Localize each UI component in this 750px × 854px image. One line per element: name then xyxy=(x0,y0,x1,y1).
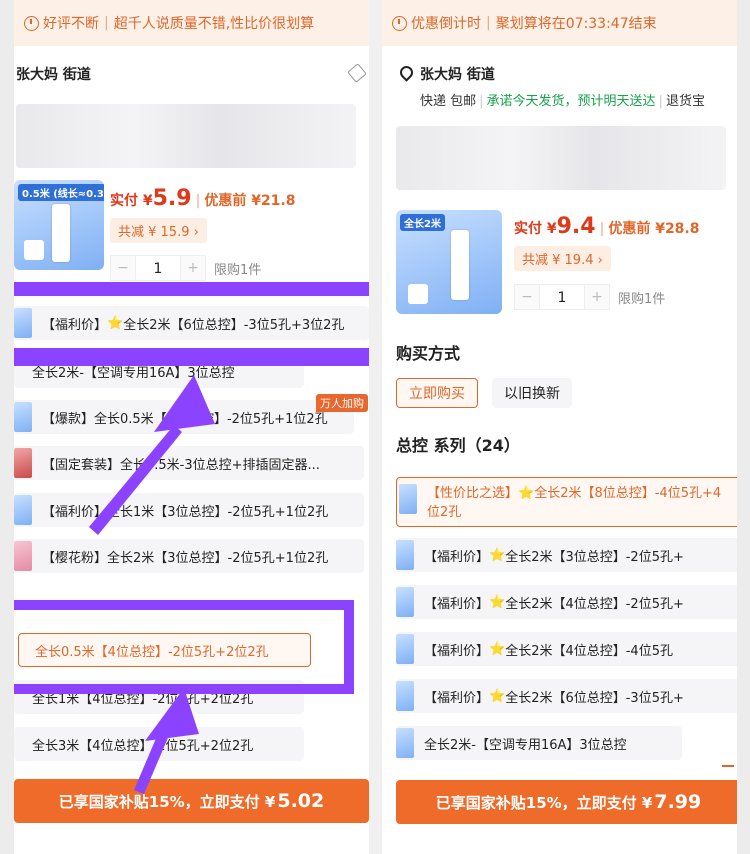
quantity-value[interactable]: 1 xyxy=(540,284,584,310)
purchase-limit: 限购1件 xyxy=(618,291,666,307)
buy-now-chip[interactable]: 立即购买 xyxy=(396,378,478,408)
option-item[interactable]: 【福利价】 ⭐ 全长2米【4位总控】-4位5孔 xyxy=(396,632,737,666)
annotation-bar xyxy=(14,348,369,366)
discount-badge[interactable]: 共减 ¥ 15.9 › xyxy=(110,218,207,243)
option-item[interactable]: 【福利价】 ⭐ 全长2米【4位总控】-2位5孔+ xyxy=(396,585,737,619)
series-title: 总控 系列（24） xyxy=(396,436,520,455)
product-thumbnail[interactable]: 0.5米 (线长≈0.33米) xyxy=(14,180,104,270)
option-item[interactable]: 全长2米-【空调专用16A】3位总控 xyxy=(396,726,682,760)
thumb-tag: 全长2米 xyxy=(400,214,445,231)
location-pin-icon xyxy=(397,63,416,82)
annotation-bar xyxy=(14,282,369,296)
left-screen: 好评不断 | 超千人说质量不错,性比价很划算 张大妈 街道 0.5米 (线长≈0… xyxy=(14,0,369,854)
option-item[interactable]: 【樱花粉】全长2米【3位总控】-2位5孔+1位2孔 xyxy=(14,539,364,573)
annotation-box xyxy=(14,600,354,610)
option-item[interactable]: 【福利价】 ⭐ 全长2米【6位总控】-3位5孔+3位2孔 xyxy=(14,306,369,340)
banner-text-1: 好评不断 xyxy=(43,16,99,32)
minus-button[interactable]: − xyxy=(514,284,540,310)
trade-in-chip[interactable]: 以旧换新 xyxy=(492,378,572,408)
clock-icon xyxy=(392,15,407,31)
pay-now-button[interactable]: 已享国家补贴15%，立即支付 ¥7.99 xyxy=(396,780,737,824)
blurred-address-detail xyxy=(396,126,726,190)
product-thumbnail[interactable]: 全长2米 xyxy=(396,210,502,314)
pay-amount: 7.99 xyxy=(654,791,702,813)
original-price: 优惠前 ¥21.8 xyxy=(204,193,296,209)
buy-method-title: 购买方式 xyxy=(396,344,461,363)
banner-text-2: 聚划算将在07:33:47结束 xyxy=(495,16,657,32)
paid-value: 9.4 xyxy=(556,214,596,239)
right-screen: 优惠倒计时 | 聚划算将在07:33:47结束 张大妈 街道 快递 包邮 | 承诺今… xyxy=(382,0,737,854)
blurred-address-detail xyxy=(16,104,356,168)
paid-label: 实付 ¥ xyxy=(110,193,153,209)
annotation-box xyxy=(14,684,354,694)
option-item[interactable]: 【爆款】全长0.5米【3位总控】-2位5孔+1位2孔 xyxy=(14,400,354,434)
price-line: 实付 ¥5.9 | 优惠前 ¥21.8 xyxy=(110,186,296,211)
address-text[interactable]: 张大妈 街道 xyxy=(16,64,91,84)
option-item[interactable]: 【福利价】 ⭐ 全长2米【6位总控】-3位5孔+ xyxy=(396,679,737,713)
minus-button[interactable]: − xyxy=(110,255,136,281)
plus-button[interactable]: + xyxy=(584,284,610,310)
paid-label: 实付 ¥ xyxy=(514,221,557,237)
option-item[interactable]: 【福利价】 ⭐ 全长2米【3位总控】-2位5孔+ xyxy=(396,538,737,572)
countdown-banner: 优惠倒计时 | 聚划算将在07:33:47结束 xyxy=(382,0,737,46)
quantity-stepper: − 1 + 限购1件 xyxy=(110,255,261,281)
pay-amount: 5.02 xyxy=(277,790,325,812)
pay-now-button[interactable]: 已享国家补贴15%，立即支付 ¥5.02 xyxy=(14,779,369,823)
option-item[interactable]: 【福利价】全长1米【3位总控】-2位5孔+1位2孔 xyxy=(14,493,364,527)
purchase-limit: 限购1件 xyxy=(214,262,262,278)
shipping-info: 快递 包邮 | 承诺今天发货，预计明天送达 | 退货宝 xyxy=(420,94,705,109)
discount-badge[interactable]: 共减 ¥ 19.4 › xyxy=(514,246,611,271)
original-price: 优惠前 ¥28.8 xyxy=(608,221,700,237)
plus-button[interactable]: + xyxy=(180,255,206,281)
smile-chat-icon xyxy=(24,15,39,31)
banner-text-2: 超千人说质量不错,性比价很划算 xyxy=(113,16,315,32)
edit-icon[interactable] xyxy=(347,63,367,83)
option-item[interactable]: 【固定套装】全长0.5米-3位总控+排插固定器... xyxy=(14,446,364,480)
hot-badge: 万人加购 xyxy=(316,394,368,412)
option-item-selected[interactable]: 【性价比之选】⭐全长2米【8位总控】-4位5孔+4位2孔 xyxy=(396,477,737,527)
annotation-box xyxy=(344,600,354,692)
price-line: 实付 ¥9.4 | 优惠前 ¥28.8 xyxy=(514,214,700,239)
screen-divider xyxy=(369,0,382,854)
address-text[interactable]: 张大妈 街道 xyxy=(420,64,495,84)
quantity-value[interactable]: 1 xyxy=(136,255,180,281)
option-item-selected[interactable]: 全长0.5米【4位总控】-2位5孔+2位2孔 xyxy=(18,633,311,667)
review-banner: 好评不断 | 超千人说质量不错,性比价很划算 xyxy=(14,0,369,46)
option-item[interactable]: 全长3米【4位总控】-2位5孔+2位2孔 xyxy=(14,727,304,761)
paid-value: 5.9 xyxy=(152,186,192,211)
banner-text-1: 优惠倒计时 xyxy=(411,16,481,32)
quantity-stepper: − 1 + 限购1件 xyxy=(514,284,665,310)
scroll-indicator xyxy=(722,765,734,767)
thumb-tag: 0.5米 (线长≈0.33米) xyxy=(18,184,104,201)
